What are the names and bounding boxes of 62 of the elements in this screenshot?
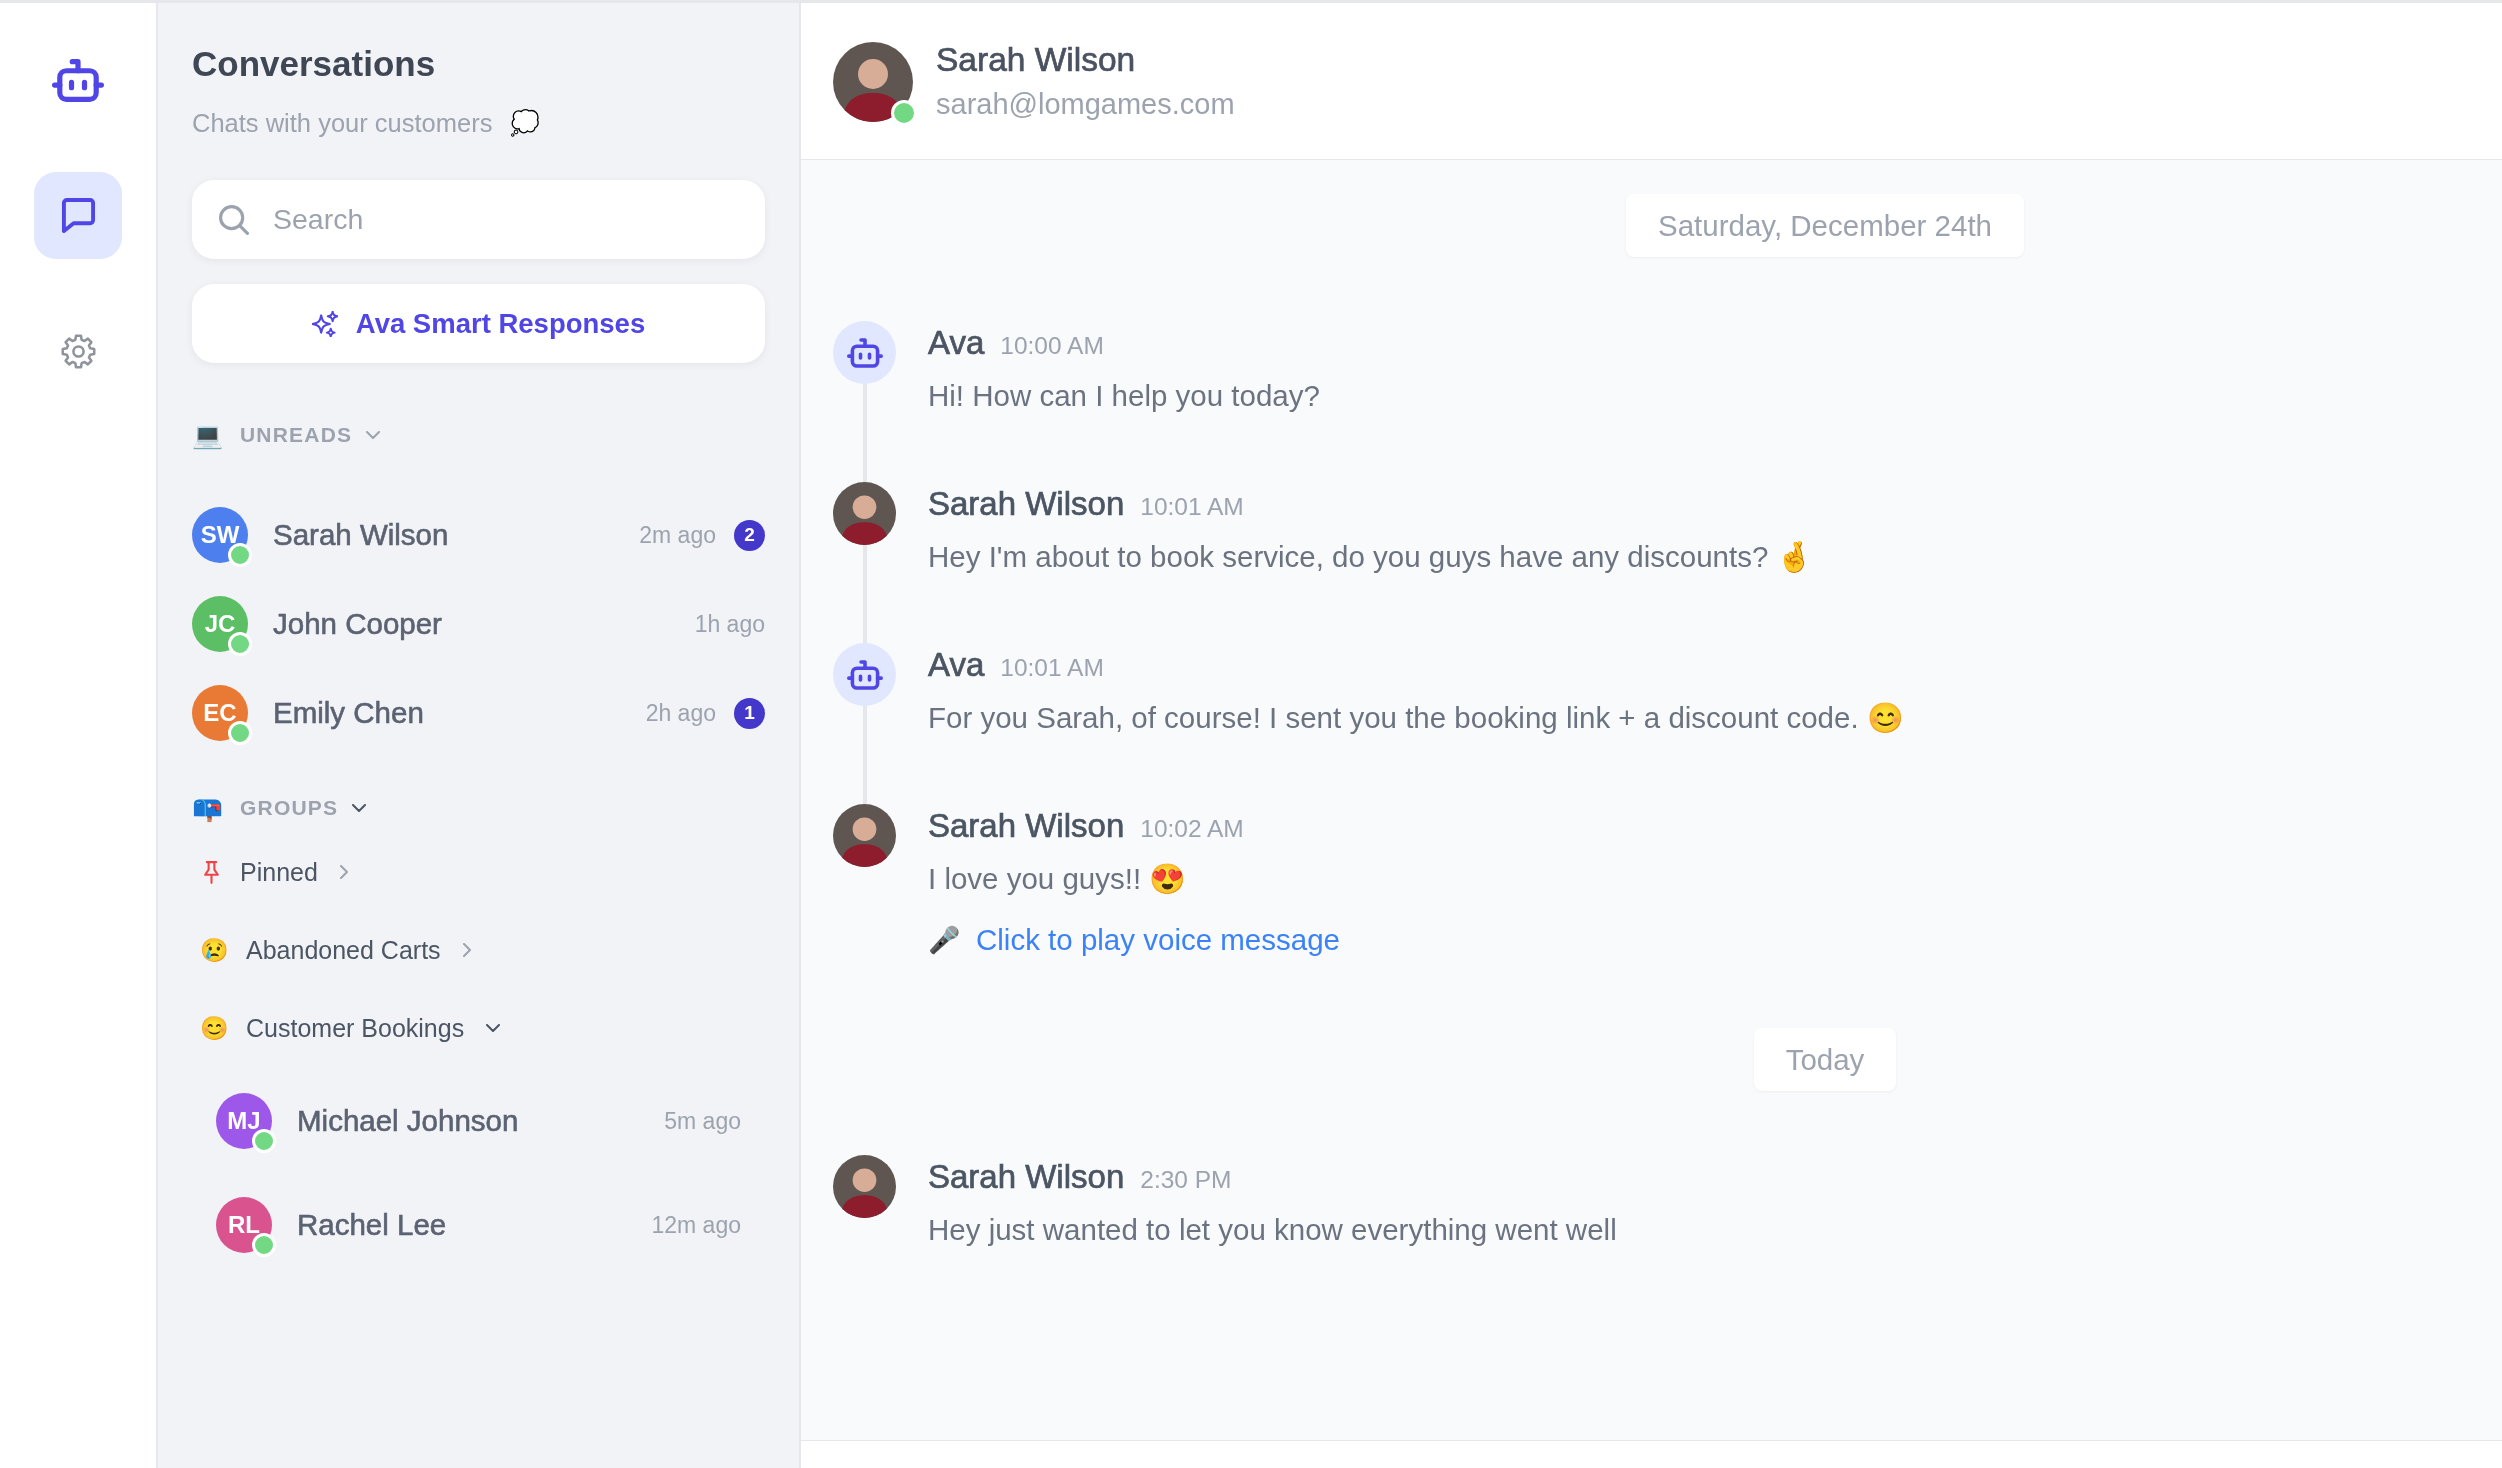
contact-email: sarah@lomgames.com <box>936 87 1235 122</box>
chevron-down-icon[interactable] <box>486 1024 501 1032</box>
chevron-right-icon[interactable] <box>462 943 471 957</box>
chat-bubble-icon <box>60 198 96 233</box>
mailbox-icon: 📪 <box>192 793 223 823</box>
message-time: 10:00 AM <box>1000 331 1104 361</box>
message-text: Hi! How can I help you today? <box>928 378 1321 414</box>
thought-bubble-icon: 💭 <box>510 108 541 138</box>
settings-nav-button[interactable] <box>60 334 96 369</box>
crying-face-icon: 😢 <box>200 932 229 968</box>
unread-count-badge: 1 <box>734 697 765 729</box>
panel-title: Conversations <box>192 43 437 85</box>
group-label[interactable]: Abandoned Carts <box>246 935 441 965</box>
sender-name: Sarah Wilson <box>928 806 1125 846</box>
sender-name: Sarah Wilson <box>928 1157 1125 1197</box>
voice-message-link[interactable]: Click to play voice message <box>976 923 1340 957</box>
robot-logo-icon <box>52 59 104 102</box>
message-text: Hey I'm about to book service, do you guys have any discounts? 🤞 <box>928 539 1815 575</box>
laptop-icon: 💻 <box>192 420 223 450</box>
initials-avatar: SW <box>192 507 248 563</box>
chevron-right-icon[interactable] <box>339 865 348 879</box>
search-icon <box>219 204 249 235</box>
message-time: 10:02 AM <box>1140 814 1244 844</box>
contact-name[interactable]: Emily Chen <box>273 696 646 730</box>
time-label: 2h ago <box>645 699 716 727</box>
chevron-down-icon[interactable] <box>352 804 367 812</box>
contact-name[interactable]: Sarah Wilson <box>273 518 640 552</box>
date-separator: Today <box>1753 1028 1897 1091</box>
message-time: 10:01 AM <box>1140 492 1244 522</box>
group-label[interactable]: Customer Bookings <box>246 1013 465 1043</box>
initials-avatar: JC <box>192 596 248 652</box>
panel-subtitle: Chats with your customers <box>192 108 493 138</box>
search-field[interactable]: Search <box>192 180 765 259</box>
smart-responses-button[interactable]: Ava Smart Responses <box>192 284 765 363</box>
message-text: For you Sarah, of course! I sent you the booking link + a discount code. 😊 <box>928 700 1905 736</box>
time-label: 5m ago <box>664 1107 741 1135</box>
settings-icon <box>60 334 96 369</box>
sender-name: Ava <box>928 323 985 363</box>
time-label: 12m ago <box>651 1211 741 1239</box>
time-label: 2m ago <box>639 521 716 549</box>
contact-name[interactable]: Rachel Lee <box>297 1208 652 1242</box>
contact-name[interactable]: Michael Johnson <box>297 1104 665 1138</box>
initials-avatar: RL <box>216 1197 272 1253</box>
contact-name: Sarah Wilson <box>936 40 1137 80</box>
chats-nav-button[interactable] <box>34 172 122 259</box>
sparkles-icon <box>311 310 338 337</box>
message-time: 10:01 AM <box>1000 653 1104 683</box>
message-time: 2:30 PM <box>1140 1165 1232 1195</box>
time-label: 1h ago <box>694 610 765 638</box>
message-text: Hey just wanted to let you know everything went well <box>928 1212 1618 1248</box>
message-text: I love you guys!! 😍 <box>928 861 1188 897</box>
pin-icon <box>202 860 221 884</box>
contact-name[interactable]: John Cooper <box>273 607 695 641</box>
date-separator: Saturday, December 24th <box>1626 194 2024 257</box>
initials-avatar: EC <box>192 685 248 741</box>
group-label[interactable]: Pinned <box>240 857 318 887</box>
initials-avatar: MJ <box>216 1093 272 1149</box>
sender-name: Ava <box>928 645 985 685</box>
microphone-icon: 🎤 <box>928 918 960 962</box>
sender-name: Sarah Wilson <box>928 484 1125 524</box>
unread-count-badge: 2 <box>734 519 765 551</box>
smiling-face-icon: 😊 <box>200 1010 229 1046</box>
